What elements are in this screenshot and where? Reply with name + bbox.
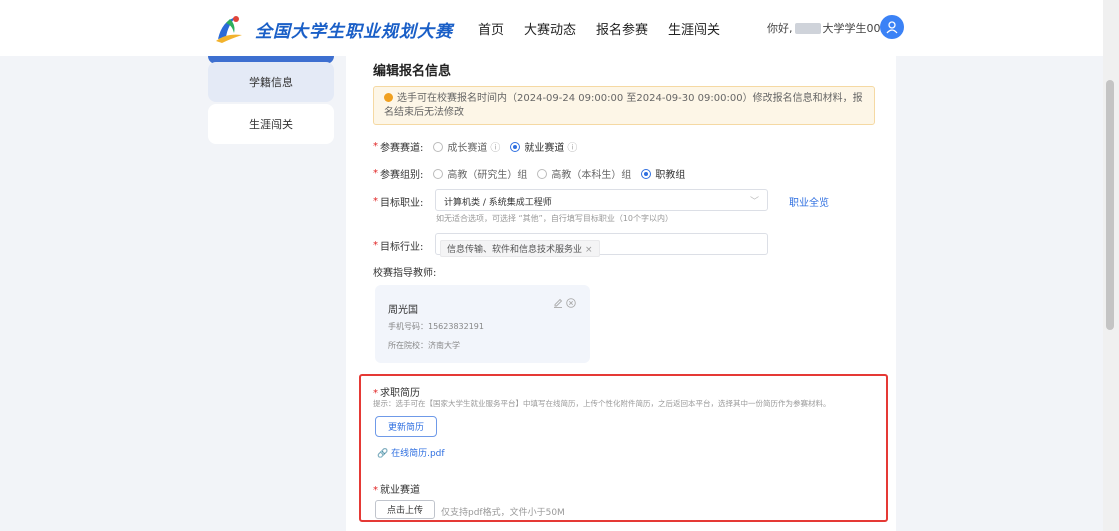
track-row: * 参赛赛道: 成长赛道 ⓘ 就业赛道 ⓘ [373, 139, 578, 154]
scrollbar-thumb[interactable] [1106, 80, 1114, 330]
info-icon[interactable]: ⓘ [490, 139, 500, 154]
nav-news[interactable]: 大赛动态 [524, 19, 576, 38]
user-greeting: 你好, 大学学生0001 [767, 22, 895, 35]
group-row: * 参赛组别: 高教（研究生）组 高教（本科生）组 职教组 [373, 166, 686, 181]
teacher-label: 校赛指导教师: [373, 268, 437, 279]
notice-banner: 选手可在校赛报名时间内（2024-09-24 09:00:00 至2024-09… [373, 86, 875, 125]
logo-text[interactable]: 全国大学生职业规划大赛 [255, 17, 453, 42]
teacher-school: 所在院校：济南大学 [388, 341, 460, 350]
chevron-down-icon: ﹀ [749, 197, 759, 207]
info-icon[interactable]: ⓘ [567, 139, 577, 154]
radio-employment-track[interactable] [510, 141, 521, 152]
target-job-row: * 目标职业: [373, 196, 424, 209]
teacher-phone: 手机号码：15623832191 [388, 322, 484, 331]
teacher-name: 周光国 [388, 305, 418, 316]
radio-graduate-group[interactable] [433, 168, 444, 179]
main-nav: 首页 大赛动态 报名参赛 生涯闯关 [478, 19, 720, 38]
target-job-value: 计算机类 / 系统集成工程师 [444, 198, 552, 208]
employment-track-title: * 就业赛道 [373, 485, 420, 496]
redacted-name [794, 22, 821, 34]
group-label: 参赛组别: [380, 170, 424, 181]
top-header: 全国大学生职业规划大赛 首页 大赛动态 报名参赛 生涯闯关 你好, 大学学生00… [0, 0, 1103, 56]
target-job-label: 目标职业: [380, 198, 424, 209]
industry-tag: 信息传输、软件和信息技术服务业 × [440, 240, 600, 257]
resume-hint: 提示：选手可在【国家大学生就业服务平台】中填写在线简历，上传个性化附件简历，之后… [373, 399, 831, 408]
nav-career-challenge[interactable]: 生涯闯关 [668, 19, 720, 38]
radio-undergraduate-group[interactable] [537, 168, 548, 179]
option-growth-track[interactable]: 成长赛道 [447, 139, 487, 154]
target-job-hint: 如无适合选项，可选择 “其他”，自行填写目标职业（10个字以内） [436, 214, 674, 223]
target-industry-row: * 目标行业: [373, 240, 424, 253]
target-job-select[interactable]: 计算机类 / 系统集成工程师 ﹀ [435, 189, 768, 211]
option-employment-track[interactable]: 就业赛道 [524, 139, 564, 154]
radio-growth-track[interactable] [433, 141, 444, 152]
target-industry-label: 目标行业: [380, 242, 424, 253]
sidebar-item-career-challenge[interactable]: 生涯闯关 [208, 104, 334, 144]
target-industry-input[interactable]: 信息传输、软件和信息技术服务业 × [435, 233, 768, 257]
resume-title: * 求职简历 [373, 388, 420, 399]
job-overview-link[interactable]: 职业全览 [789, 194, 829, 209]
resume-file-link[interactable]: 🔗 在线简历.pdf [377, 446, 445, 459]
upload-button[interactable]: 点击上传 [375, 500, 435, 519]
edit-icon[interactable] [553, 298, 563, 308]
option-undergraduate-group[interactable]: 高教（本科生）组 [551, 166, 631, 181]
logo-icon [216, 16, 242, 43]
option-graduate-group[interactable]: 高教（研究生）组 [447, 166, 527, 181]
nav-home[interactable]: 首页 [478, 19, 504, 38]
update-resume-button[interactable]: 更新简历 [375, 416, 437, 437]
track-label: 参赛赛道: [380, 143, 424, 154]
warning-icon [384, 93, 393, 102]
close-icon[interactable]: × [585, 245, 593, 255]
radio-vocational-group[interactable] [641, 168, 652, 179]
page-title: 编辑报名信息 [373, 64, 452, 79]
upload-hint: 仅支持pdf格式，文件小于50M [441, 508, 565, 518]
option-vocational-group[interactable]: 职教组 [655, 166, 685, 181]
close-circle-icon[interactable] [566, 298, 576, 308]
avatar[interactable] [880, 15, 904, 39]
attachment-icon: 🔗 [377, 449, 389, 459]
user-icon [886, 21, 898, 34]
sidebar-item-student-info[interactable]: 学籍信息 [208, 62, 334, 102]
nav-register[interactable]: 报名参赛 [596, 19, 648, 38]
